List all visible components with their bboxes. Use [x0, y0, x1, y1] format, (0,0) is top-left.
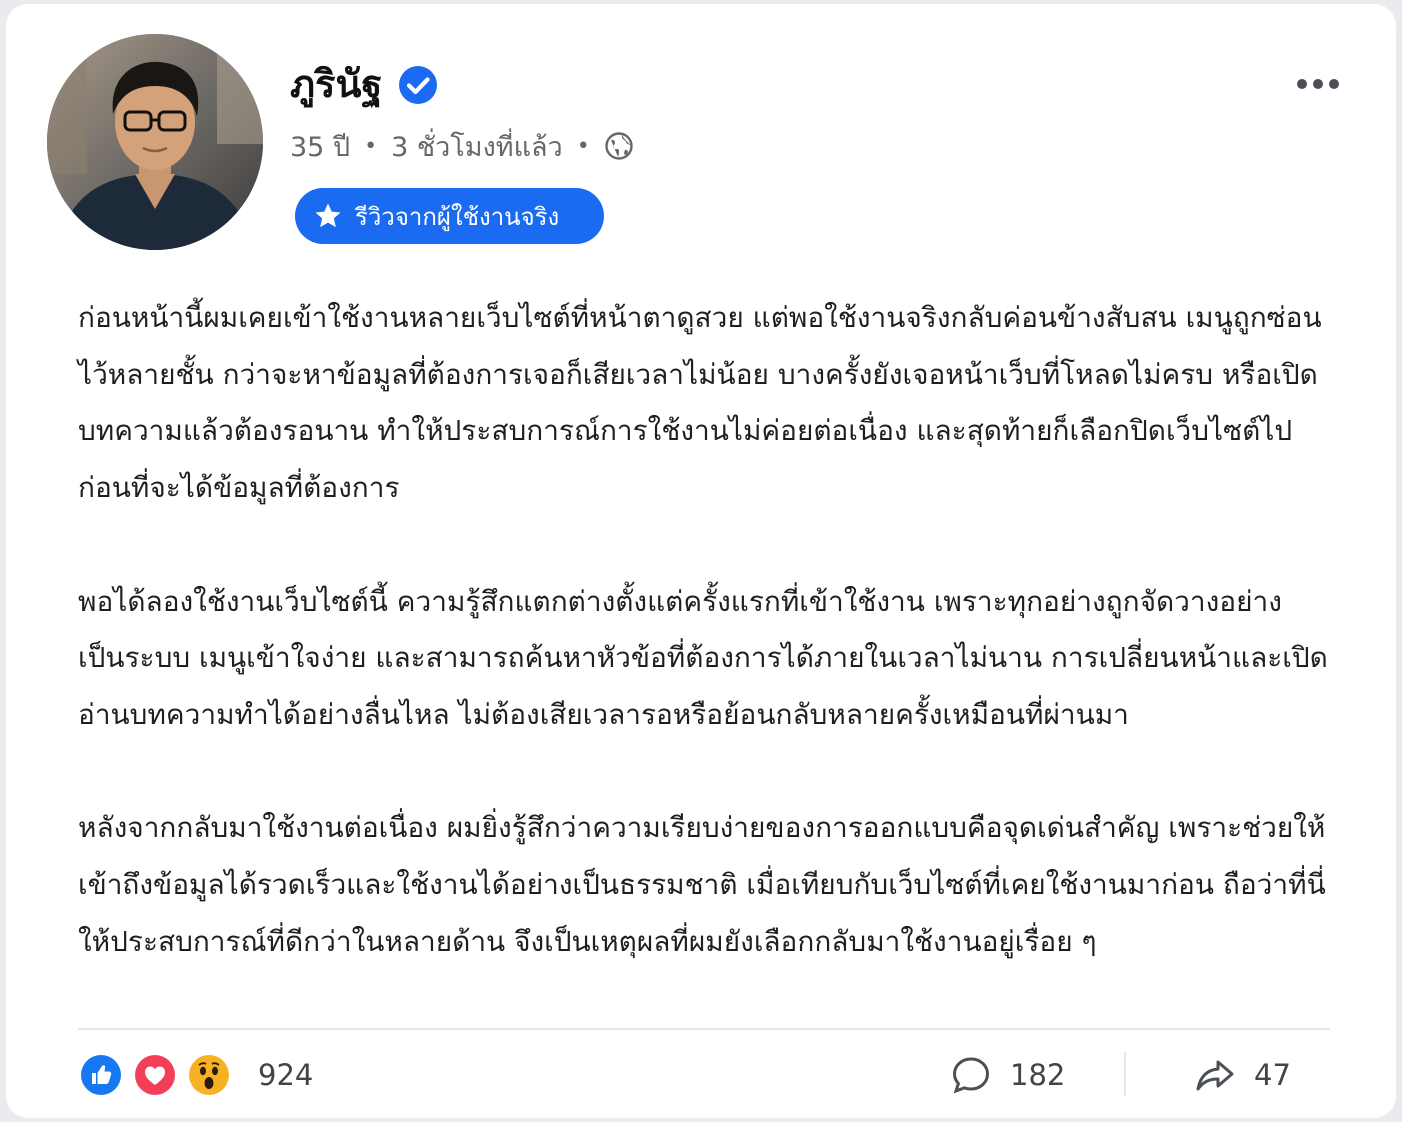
comment-button[interactable]: 182 [950, 1052, 1065, 1098]
post-paragraph: ก่อนหน้านี้ผมเคยเข้าใช้งานหลายเว็บไซต์ที… [78, 301, 1322, 505]
author-name[interactable]: ภูรินัฐ [290, 56, 382, 112]
share-button[interactable]: 47 [1194, 1052, 1291, 1098]
post-meta: 35 ปี • 3 ชั่วโมงที่แล้ว • [290, 124, 634, 168]
verified-icon [398, 64, 438, 104]
reactions-summary[interactable]: 924 [78, 1052, 313, 1098]
comment-icon [952, 1057, 990, 1094]
reaction-count: 924 [258, 1058, 314, 1092]
avatar[interactable] [47, 34, 263, 250]
more-horizontal-icon [1297, 79, 1339, 89]
post-footer: 924 182 47 [6, 1044, 1396, 1104]
post-paragraph: พอได้ลองใช้งานเว็บไซต์นี้ ความรู้สึกแตกต… [78, 584, 1328, 731]
divider [78, 1028, 1330, 1030]
badge-label: รีวิวจากผู้ใช้งานจริง [355, 202, 560, 231]
share-count: 47 [1254, 1058, 1291, 1092]
author-name-row: ภูรินัฐ [290, 56, 438, 112]
post-paragraph: หลังจากกลับมาใช้งานต่อเนื่อง ผมยิ่งรู้สึ… [78, 811, 1326, 958]
more-options-button[interactable] [1294, 64, 1342, 104]
meta-separator: • [576, 133, 590, 159]
globe-icon[interactable] [604, 131, 634, 161]
footer-separator [1124, 1052, 1126, 1096]
wow-icon [186, 1052, 232, 1098]
author-age: 35 ปี [290, 131, 351, 163]
avatar-photo [47, 34, 263, 250]
verified-review-badge: รีวิวจากผู้ใช้งานจริง [295, 188, 604, 244]
review-post-card: ภูรินัฐ 35 ปี • 3 ชั่วโมงที่แล้ว • รีวิว… [6, 4, 1396, 1118]
love-icon [132, 1052, 178, 1098]
share-icon [1196, 1060, 1234, 1091]
comment-count: 182 [1010, 1058, 1066, 1092]
post-body: ก่อนหน้านี้ผมเคยเข้าใช้งานหลายเว็บไซต์ที… [78, 290, 1328, 970]
meta-separator: • [364, 133, 378, 159]
like-icon [78, 1052, 124, 1098]
post-time[interactable]: 3 ชั่วโมงที่แล้ว [391, 125, 563, 168]
star-icon [313, 201, 343, 231]
